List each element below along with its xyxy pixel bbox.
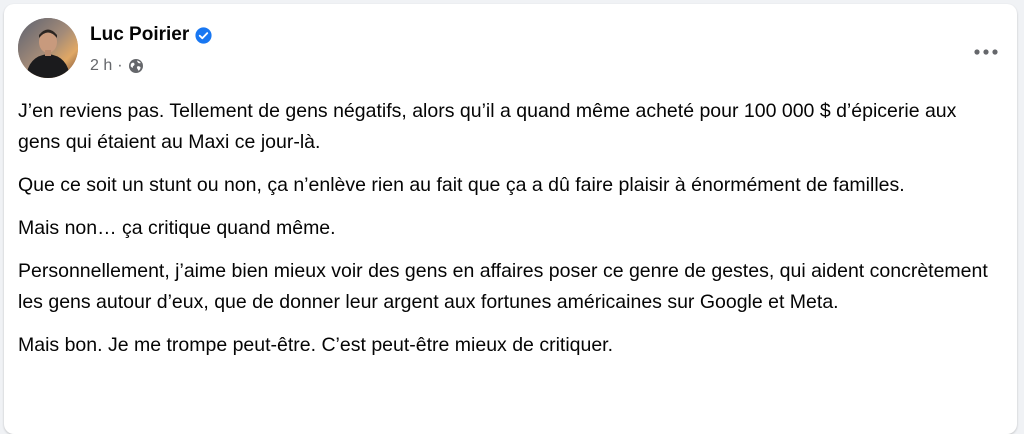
- avatar-portrait-image: [18, 18, 78, 78]
- globe-icon: [128, 58, 144, 74]
- post-header: Luc Poirier: [90, 24, 212, 46]
- post-body: J’en reviens pas. Tellement de gens néga…: [18, 96, 997, 373]
- post-timestamp[interactable]: 2 h: [90, 57, 112, 75]
- post-paragraph: Que ce soit un stunt ou non, ça n’enlève…: [18, 174, 905, 196]
- post-paragraph: Mais bon. Je me trompe peut-être. C’est …: [18, 334, 614, 356]
- post-paragraph: Mais non… ça critique quand même.: [18, 217, 336, 239]
- post-card: Luc Poirier 2 h · J’en reviens pas. Tell…: [4, 4, 1017, 434]
- meta-separator: ·: [117, 57, 123, 74]
- more-options-icon: [974, 49, 998, 55]
- post-meta: 2 h ·: [90, 57, 144, 75]
- author-name[interactable]: Luc Poirier: [90, 24, 189, 46]
- more-options-button[interactable]: [968, 34, 1004, 70]
- post-paragraph: J’en reviens pas. Tellement de gens néga…: [18, 100, 957, 153]
- post-paragraph: Personnellement, j’aime bien mieux voir …: [18, 260, 988, 313]
- verified-badge-icon: [195, 26, 212, 44]
- author-avatar[interactable]: [18, 18, 78, 78]
